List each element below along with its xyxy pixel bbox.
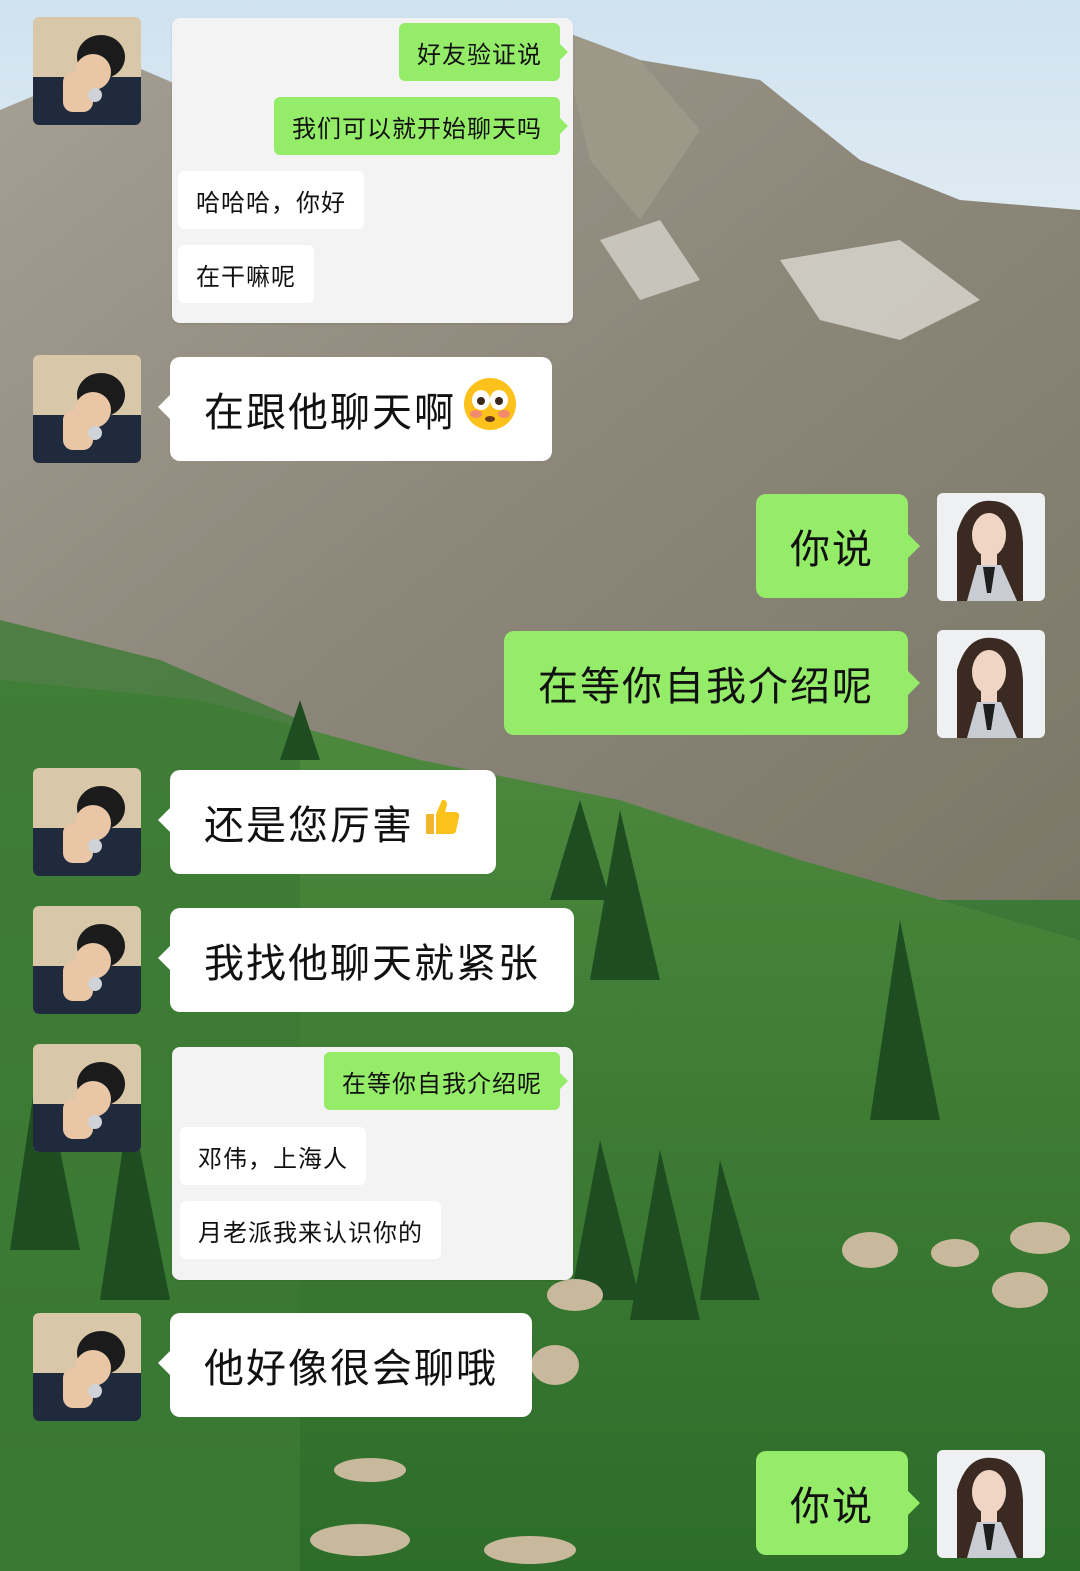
message-text: 你说 <box>790 527 874 573</box>
man-avatar-icon[interactable] <box>33 17 141 125</box>
screenshot-card-1: 好友验证说 我们可以就开始聊天吗 哈哈哈，你好 在干嘛呢 <box>172 18 573 323</box>
chat-line-1: 好友验证说 <box>399 23 568 81</box>
message-text: 在跟他聊天啊 <box>204 390 456 436</box>
chat-line-3: 哈哈哈，你好 <box>178 171 364 229</box>
message-bubble[interactable]: 我找他聊天就紧张 <box>158 908 574 1012</box>
message-text: 在等你自我介绍呢 <box>538 664 874 710</box>
man-avatar-icon[interactable] <box>33 906 141 1014</box>
man-avatar-icon[interactable] <box>33 1044 141 1152</box>
message-text: 还是您厉害 <box>204 803 414 849</box>
message-bubble[interactable]: 在跟他聊天啊 <box>158 357 552 461</box>
man-avatar-icon[interactable] <box>33 1313 141 1421</box>
man-avatar-icon[interactable] <box>33 355 141 463</box>
woman-avatar-icon[interactable] <box>937 493 1045 601</box>
chat-line-4: 在干嘛呢 <box>178 245 314 303</box>
flushed-face-emoji-icon <box>462 376 518 442</box>
message-text: 我找他聊天就紧张 <box>204 941 540 987</box>
message-bubble[interactable]: 在等你自我介绍呢 <box>504 631 920 735</box>
man-avatar-icon[interactable] <box>33 768 141 876</box>
message-bubble[interactable]: 你说 <box>756 1451 920 1555</box>
message-bubble[interactable]: 还是您厉害 <box>158 770 496 874</box>
woman-avatar-icon[interactable] <box>937 1450 1045 1558</box>
screenshot-card-2: 在等你自我介绍呢 邓伟，上海人 月老派我来认识你的 <box>172 1047 573 1280</box>
message-text: 他好像很会聊哦 <box>204 1346 498 1392</box>
woman-avatar-icon[interactable] <box>937 630 1045 738</box>
message-text: 你说 <box>790 1484 874 1530</box>
chat-line-3: 月老派我来认识你的 <box>180 1201 441 1259</box>
message-bubble[interactable]: 他好像很会聊哦 <box>158 1313 532 1417</box>
message-bubble[interactable]: 你说 <box>756 494 920 598</box>
chat-line-1: 在等你自我介绍呢 <box>324 1052 568 1110</box>
chat-line-2: 我们可以就开始聊天吗 <box>274 97 568 155</box>
thumbs-up-emoji-icon <box>420 796 462 848</box>
chat-line-2: 邓伟，上海人 <box>180 1127 366 1185</box>
